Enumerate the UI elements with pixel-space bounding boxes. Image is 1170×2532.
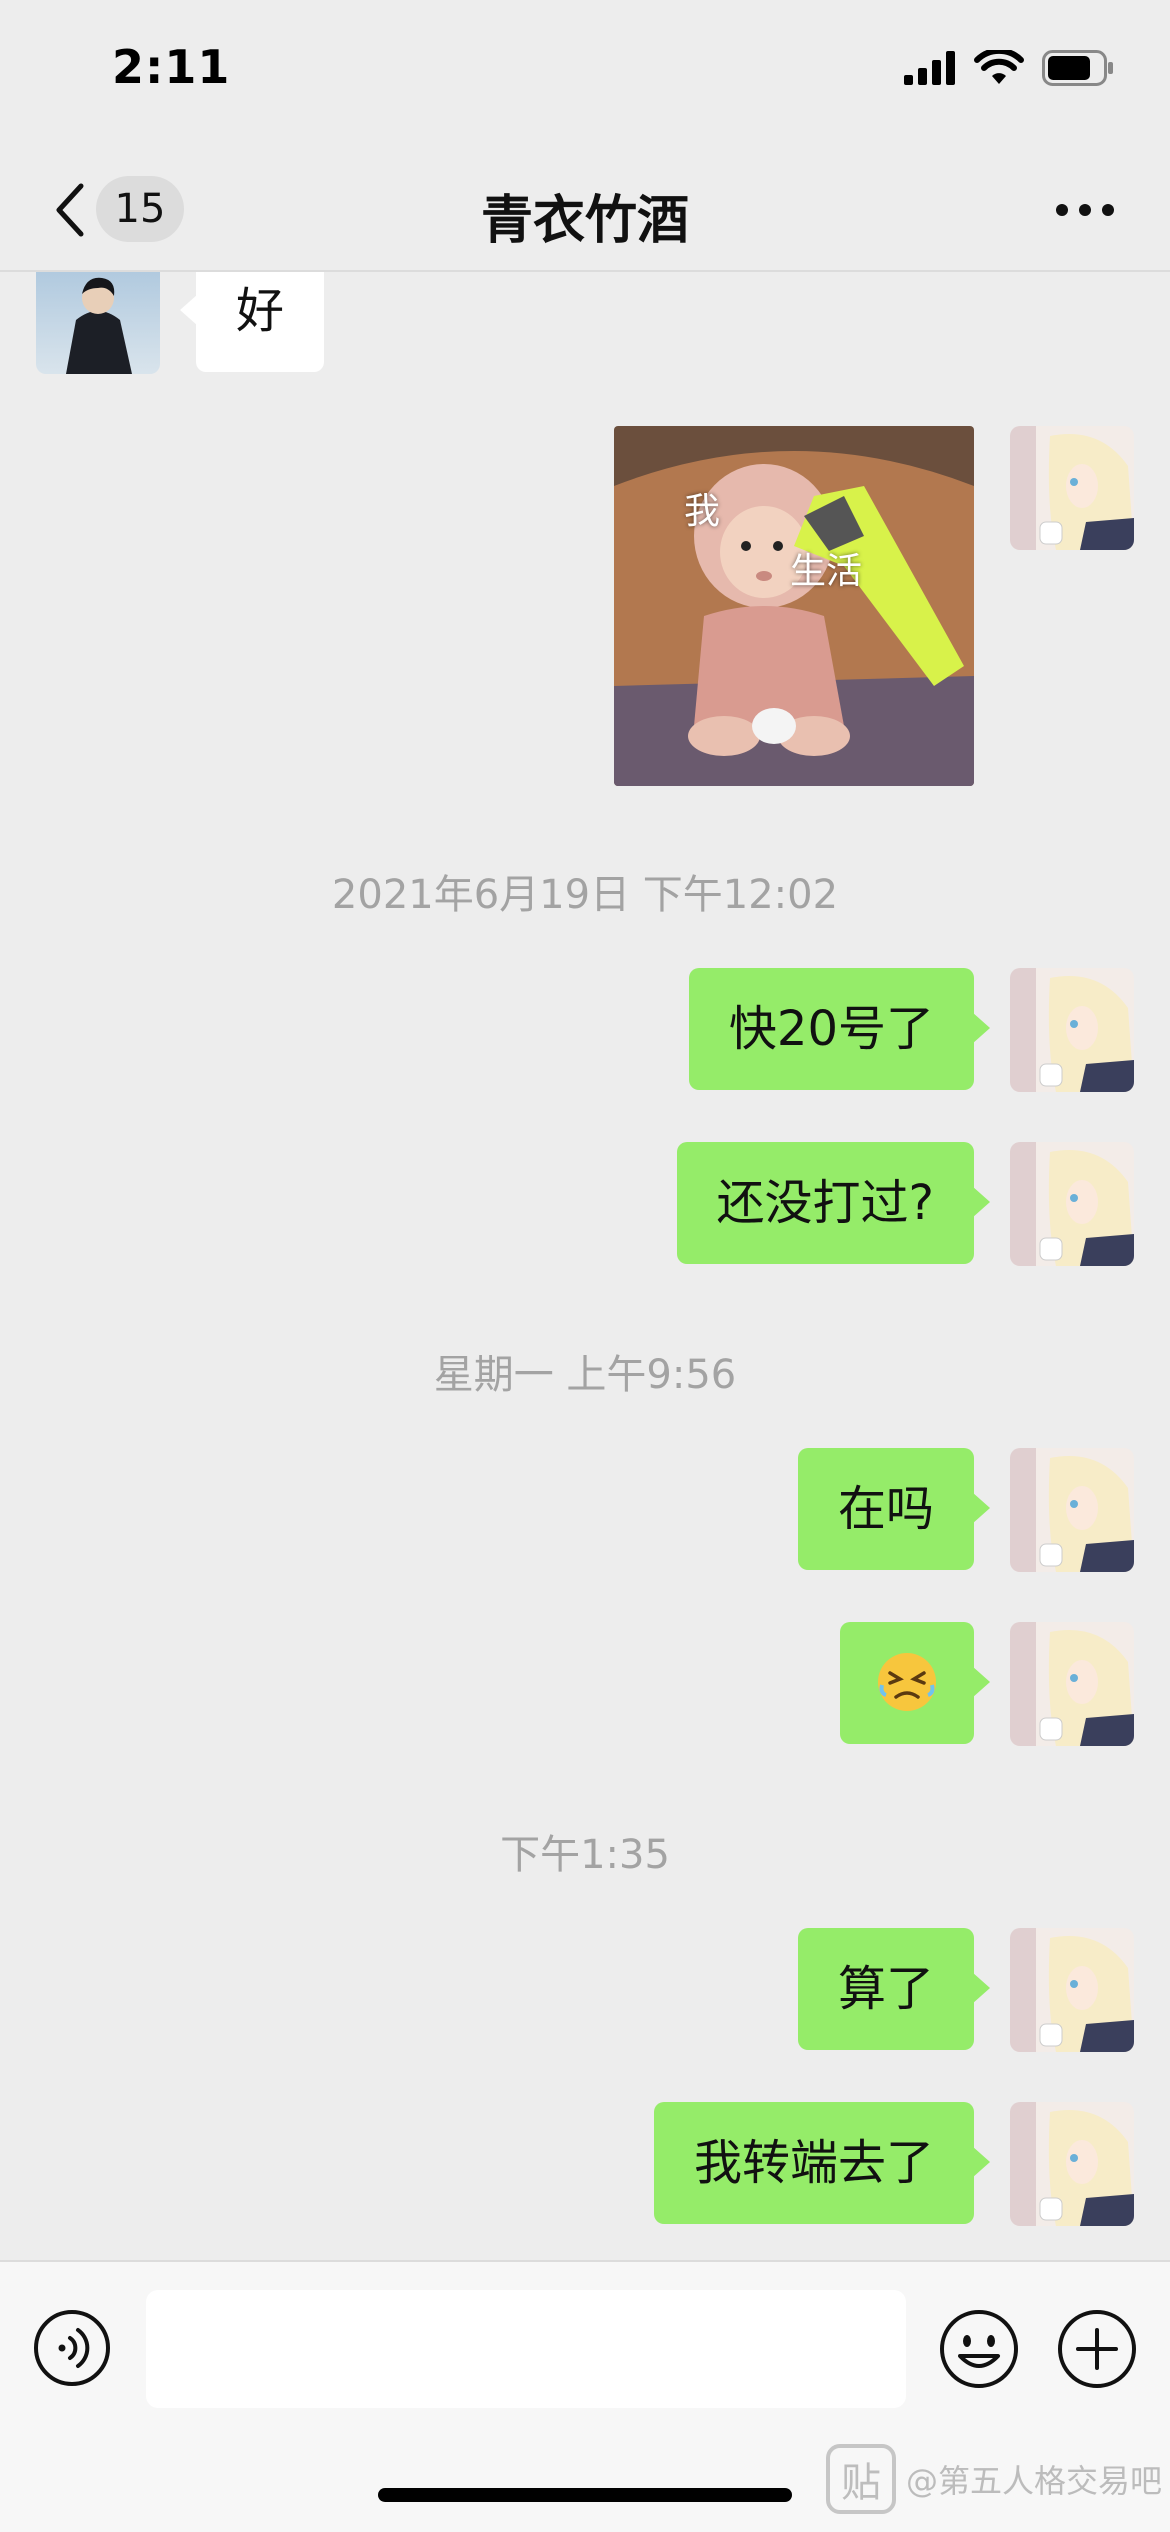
my-avatar[interactable] — [1010, 1928, 1134, 2052]
sent-emoji-bubble[interactable] — [840, 1622, 990, 1744]
more-functions-button[interactable] — [1056, 2308, 1138, 2390]
received-message-bubble[interactable]: 好 — [179, 272, 325, 372]
timestamp: 星期一 上午9:56 — [433, 1352, 737, 1398]
more-button[interactable] — [1040, 182, 1130, 238]
voice-button[interactable] — [32, 2308, 112, 2388]
more-dots-icon — [1056, 204, 1114, 216]
contact-avatar[interactable] — [36, 272, 160, 374]
my-avatar[interactable] — [1010, 2102, 1134, 2226]
home-indicator[interactable] — [378, 2488, 792, 2502]
emoji-button[interactable] — [938, 2308, 1020, 2390]
sticker-caption-1: 我 — [684, 491, 721, 532]
sticker-caption-2: 生活 — [790, 551, 863, 592]
sent-message-bubble[interactable]: 还没打过? — [676, 1142, 991, 1264]
timestamp: 2021年6月19日 下午12:02 — [331, 872, 839, 918]
chat-screen: 2:11 15 青衣竹酒 好 我 生活 2021年6月19日 下午12:02 快… — [0, 0, 1170, 2532]
status-icons — [904, 50, 1114, 86]
sent-message-bubble[interactable]: 我转端去了 — [653, 2102, 991, 2224]
sent-message-bubble[interactable]: 在吗 — [797, 1448, 991, 1570]
message-list[interactable]: 好 我 生活 2021年6月19日 下午12:02 快20号了 还没打过? 星期… — [0, 272, 1170, 2260]
tieba-logo-icon: 贴 — [826, 2444, 896, 2514]
persevering-face-emoji-icon — [878, 1653, 936, 1711]
sent-message-bubble[interactable]: 算了 — [797, 1928, 991, 2050]
my-avatar[interactable] — [1010, 1142, 1134, 1266]
sent-message-bubble[interactable]: 快20号了 — [688, 968, 991, 1090]
my-avatar[interactable] — [1010, 968, 1134, 1092]
nav-bar: 15 青衣竹酒 — [0, 150, 1170, 272]
my-avatar[interactable] — [1010, 426, 1134, 550]
chat-title: 青衣竹酒 — [480, 191, 689, 251]
my-avatar[interactable] — [1010, 1622, 1134, 1746]
timestamp: 下午1:35 — [500, 1832, 670, 1878]
input-bar: 贴 @第五人格交易吧 — [0, 2260, 1170, 2532]
wifi-icon — [974, 50, 1024, 84]
message-input[interactable] — [146, 2290, 906, 2408]
voice-icon — [34, 2310, 110, 2386]
emoji-icon — [940, 2310, 1018, 2388]
watermark: 贴 @第五人格交易吧 — [826, 2444, 1162, 2514]
plus-icon — [1058, 2310, 1136, 2388]
my-avatar[interactable] — [1010, 1448, 1134, 1572]
watermark-text: @第五人格交易吧 — [906, 2462, 1163, 2500]
signal-icon — [904, 51, 955, 85]
status-bar: 2:11 — [0, 0, 1170, 150]
battery-icon — [1042, 50, 1113, 86]
sticker-image[interactable]: 我 生活 — [614, 426, 974, 786]
status-time: 2:11 — [112, 40, 231, 94]
